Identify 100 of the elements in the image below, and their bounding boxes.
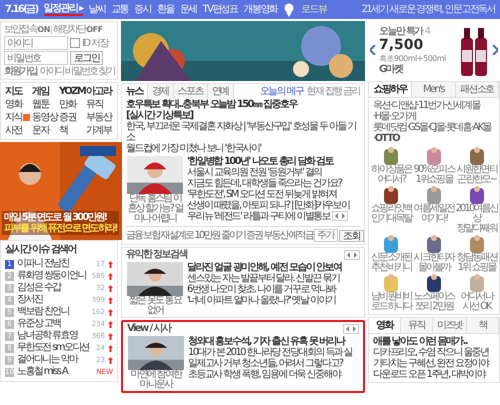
id-field[interactable]: 아이디 [4,36,68,50]
trend-link[interactable]: 류화영 쌍둥이언니 [17,270,89,282]
news-link[interactable]: 월드컵에 가장 미쳤나 보니 '한국사이' [126,143,360,154]
news-tab[interactable]: 스포츠 [174,84,208,99]
trend-link[interactable]: 이파니 전남친 [17,258,94,270]
news-link[interactable]: 다운로드 오픈 1주년, 대박이야 [373,369,495,380]
hack-block-toggle[interactable]: OFF [86,24,103,35]
save-id-checkbox[interactable] [70,38,80,48]
service-link[interactable]: 증권 [59,112,76,123]
movie-tab[interactable]: 미즈넷 [432,318,468,333]
secure-login-toggle[interactable]: ON [37,24,50,35]
news-link[interactable]: '무한도전', SM 오디션 도전 뒤늦게 밝혀져 [187,189,360,200]
product-link[interactable]: 쇼핑라잇백 인기대목탈 [370,204,413,224]
schedule-link[interactable]: 일정관리 ▸ [44,3,83,16]
service-link[interactable]: 가계부 [86,125,112,136]
news-link[interactable]: 지금도 힘든데, 대학생들 죽으라는 건가요? [187,178,360,189]
nav-link[interactable]: 교통 [111,4,128,15]
photo-caption[interactable]: 짧은 옷도 통요없어 [126,296,184,316]
headline-link[interactable]: 달라진 얼굴 광미인해, 예전 모습이 안보여 [187,262,360,273]
service-link[interactable]: 운자 [32,125,49,136]
news-link[interactable]: 기타치는 구혜선, 완전 요정이야 [373,358,495,369]
finance-link[interactable]: 부동산 [263,230,288,241]
nav-link[interactable]: TV편성표 [202,4,238,15]
movie-tab[interactable]: 책 [467,318,500,333]
promo-link[interactable]: 21세기 새로운 경쟁력, 인문고전독서 [362,4,495,15]
product-link[interactable]: 신문소개된 추천비키니 [370,253,413,273]
news-link[interactable]: 서울시 교육의원 전원 '등원거부' 결의 [187,167,360,178]
trend-link[interactable]: 노홍철 miss A [17,366,94,378]
nav-link[interactable]: 환율 [156,4,174,15]
product-link[interactable]: 90%오피스 1위쇼핑몰 [412,165,456,185]
news-link[interactable]: 선생이 때렸을, 아토피 되나? | [만화]카우보이 [187,200,360,211]
service-link[interactable]: 지식 [5,112,22,123]
service-link[interactable]: 책 [59,125,68,136]
service-link[interactable]: 웹툰 [32,99,49,110]
headline-link[interactable]: '한일병합 100년' 나오토 총리 담화 검토 [187,156,360,167]
news-link[interactable]: 우리뉴 '레전드' 라틀과 구티에 이별통보 [187,211,360,222]
news-tab[interactable]: 연예 [208,84,234,99]
news-link[interactable]: '너네 아파트 얼마나 올랐나?' 옛날 이야기 [187,295,360,306]
shopping-tab[interactable]: Men's [412,82,456,97]
service-link[interactable]: 영화 [5,99,22,110]
product-link[interactable]: 여름세일전 여기다! [412,204,456,224]
product-link[interactable]: 시크한티자 몰아볼까 [412,253,456,273]
nav-link[interactable]: 운세 [180,4,197,15]
finance-link[interactable]: 예적금 [288,230,313,241]
service-link[interactable]: 부동산 [86,112,112,123]
finance-link[interactable]: 증권 [246,230,262,241]
news-link[interactable]: [실시간 기상특보] [126,110,193,121]
product-link[interactable]: 2010여름신상 정말디째워 [455,204,498,234]
news-link[interactable]: 일제고사 거부 청소년들, 어려서 그렇다고? [188,358,359,369]
news-link[interactable]: 초등교사 학생 폭행, 임용에 더욱 신중해야 [188,369,359,380]
service-link[interactable]: 게임 [32,86,59,97]
rate-link[interactable]: 현재 집행 금리 [306,86,360,97]
trend-link[interactable]: 유준상 고백 [17,318,89,330]
news-link[interactable]: 6번생 나오미 찾초. 나이를 거꾸로 먹나봐 [187,284,360,295]
shopping-tab[interactable]: 패션소호 [456,82,499,97]
headline-link[interactable]: 호우특보 확대..충북부 오늘밤 150㎜ 집중호우 [126,99,297,110]
news-tab[interactable]: 경제 [148,84,174,99]
product-link[interactable]: 청담동패션 1위 쇼핑몰 [455,253,498,273]
trend-link[interactable]: 남녀공학 류효영 [17,330,89,342]
headline-link[interactable]: 청와대 홍보수석, 기자 출신 유혹 못 버리나 [188,336,359,347]
login-button[interactable]: 로그인 [70,51,104,65]
nav-link[interactable]: 증시 [134,4,151,15]
find-password-link[interactable]: 비밀번호 찾기 [64,66,115,77]
news-link[interactable]: 한국, 부끄러운 국제결혼 자화상 | '부동산구입' 호성물 두 아들 기소 [126,121,360,143]
service-link[interactable]: 동영상 [32,112,58,123]
photo-caption[interactable]: 마연에 참여한 마나운사 [127,370,185,390]
pager-button[interactable] [344,250,360,260]
headline-link[interactable]: 애를 낳아도 이런 몸매가.. [373,336,495,347]
product-link[interactable]: 시원한면티 곤란한모~ [455,165,498,185]
finance-link[interactable]: 보험 재설계로 10만원 줄이기 [143,230,246,241]
service-link[interactable]: 아고라 [86,86,113,97]
movie-tab[interactable]: 뮤직 [400,318,433,333]
trend-link[interactable]: 백보람 친언니 [17,306,89,318]
service-link[interactable]: 만화 [59,99,76,110]
service-link[interactable]: YOZM [59,86,86,97]
news-link[interactable]: 센스있는 자는 발끝부터 달라. 신발끈 묶기 [187,273,360,284]
service-link[interactable]: 지도 [5,86,32,97]
password-field[interactable]: 비밀번호 [4,51,68,65]
pager-button[interactable] [343,324,359,334]
stock-field[interactable]: 주가 [314,229,338,242]
pager-button[interactable] [332,211,348,222]
trend-link[interactable]: 걸어다니는 악마 [17,354,94,366]
nav-link[interactable]: 날씨 [88,4,106,15]
mall-links[interactable]: 롯데닷컴·GS몰·CJ몰·롯데홈·AK몰·OTTO [373,122,495,144]
trend-link[interactable]: 무한도전 sm오디션 [17,342,94,354]
product-link[interactable]: 노스페이스 쪼리 2만원 [412,292,456,312]
trend-link[interactable]: 김성은 수갑 [17,282,94,294]
mall-links[interactable]: 옥션·디앤샵·11번가·신세계몰·H몰·오가게 [373,100,495,122]
service-link[interactable]: 뮤직 [86,99,103,110]
search-button[interactable]: 조회 [338,230,364,242]
nav-link[interactable]: 개봉영화 [244,4,278,15]
product-link[interactable]: 하이상품은 어디서? [370,165,413,185]
photo-caption[interactable]: 단독 홈스팀 이혼상 할가능? 얼마나 어렵니 [126,194,184,224]
today-link[interactable]: 오늘의 메구 [260,86,304,97]
product-link[interactable]: 어디서나 시선 OK [455,292,498,312]
signup-link[interactable]: 회원가입 [4,66,36,77]
service-link[interactable]: 사전 [5,125,22,136]
find-id-link[interactable]: 아이디 [39,66,64,77]
trend-link[interactable]: 장서진 [17,294,89,306]
news-link[interactable]: 디카프리오, 수염 작으니 울중년 [373,347,495,358]
